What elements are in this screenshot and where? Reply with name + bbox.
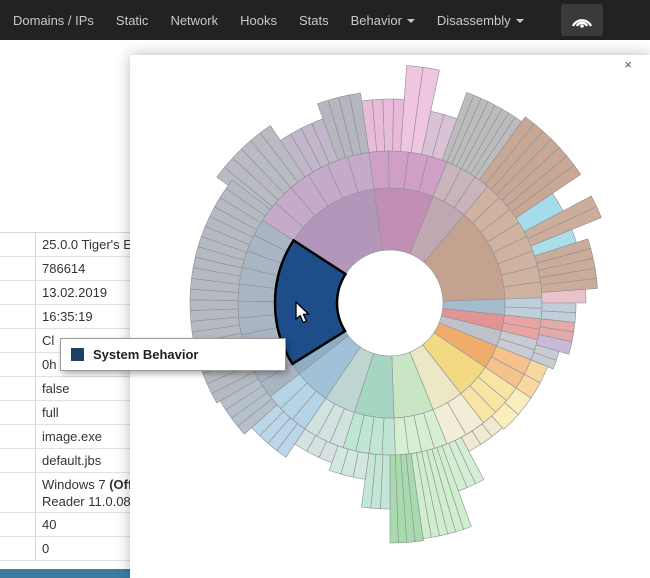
analysis-details-table: 25.0.0 Tiger's Ey 786614 13.02.2019 16:35:1…: [0, 232, 130, 561]
graph-icon-button[interactable]: [560, 4, 603, 36]
nav-item-label: Stats: [298, 12, 329, 28]
table-value-cell: 0: [42, 541, 50, 556]
tooltip-label: System Behavior: [93, 347, 199, 362]
tooltip-swatch: [71, 348, 84, 361]
table-row: 786614: [0, 257, 130, 281]
sunburst-segment[interactable]: [189, 299, 239, 311]
table-row: image.exe: [0, 425, 130, 449]
nav-item-label: Hooks: [240, 12, 277, 28]
table-row: 25.0.0 Tiger's Ey: [0, 233, 130, 257]
table-value-cell: Windows 7 (OffReader 11.0.08,: [42, 477, 130, 509]
table-value-cell: 40: [42, 517, 57, 532]
close-icon[interactable]: ×: [624, 58, 632, 71]
table-label-cell: [0, 537, 36, 560]
chevron-down-icon: [406, 19, 415, 23]
table-row: default.jbs: [0, 449, 130, 473]
nav-item-label: Behavior: [350, 12, 402, 28]
bottom-section-bar: [0, 569, 130, 578]
table-value-cell: 25.0.0 Tiger's Ey: [42, 237, 130, 252]
sunburst-segment[interactable]: [382, 98, 394, 152]
sunburst-chart[interactable]: [130, 55, 650, 578]
table-row: false: [0, 377, 130, 401]
nav-item-label: Domains / IPs: [13, 12, 94, 28]
nav-item-disassembly[interactable]: Disassembly: [426, 0, 535, 40]
nav-item-label: Static: [115, 12, 149, 28]
nav-item-stats[interactable]: Stats: [288, 0, 340, 40]
nav-item-behavior[interactable]: Behavior: [340, 0, 426, 40]
top-nav: Domains / IPs Static Network Hooks Stats Beha…: [0, 0, 650, 40]
table-label-cell: [0, 377, 36, 400]
table-value-cell: 786614: [42, 261, 86, 276]
table-row: Windows 7 (OffReader 11.0.08,: [0, 473, 130, 513]
table-label-cell: [0, 401, 36, 424]
table-label-cell: [0, 281, 36, 304]
table-label-cell: [0, 513, 36, 536]
chart-tooltip: System Behavior: [60, 338, 286, 371]
table-row: 0: [0, 537, 130, 561]
table-value-cell: 16:35:19: [42, 309, 93, 324]
nav-item-network[interactable]: Network: [159, 0, 229, 40]
table-label-cell: [0, 329, 36, 352]
table-label-cell: [0, 473, 36, 512]
table-value-cell: image.exe: [42, 429, 102, 444]
table-value-cell: false: [42, 381, 70, 396]
sunburst-segment[interactable]: [381, 417, 396, 456]
radar-icon: [571, 19, 592, 28]
table-row: 16:35:19: [0, 305, 130, 329]
table-label-cell: [0, 449, 36, 472]
nav-item-static[interactable]: Static: [105, 0, 160, 40]
nav-item-label: Disassembly: [436, 12, 511, 28]
table-label-cell: [0, 305, 36, 328]
table-value-cell: full: [42, 405, 59, 420]
sunburst-segment[interactable]: [504, 297, 543, 309]
table-label-cell: [0, 353, 36, 376]
chevron-down-icon: [515, 19, 524, 23]
table-row: full: [0, 401, 130, 425]
nav-item-label: Network: [170, 12, 219, 28]
nav-item-hooks[interactable]: Hooks: [229, 0, 288, 40]
table-value-cell: 13.02.2019: [42, 285, 108, 300]
table-label-cell: [0, 257, 36, 280]
table-label-cell: [0, 425, 36, 448]
table-row: 40: [0, 513, 130, 537]
nav-item-domains-ips[interactable]: Domains / IPs: [2, 0, 105, 40]
table-row: 13.02.2019: [0, 281, 130, 305]
behavior-graph-modal: ×: [130, 55, 650, 578]
table-value-cell: default.jbs: [42, 453, 102, 468]
table-label-cell: [0, 233, 36, 256]
